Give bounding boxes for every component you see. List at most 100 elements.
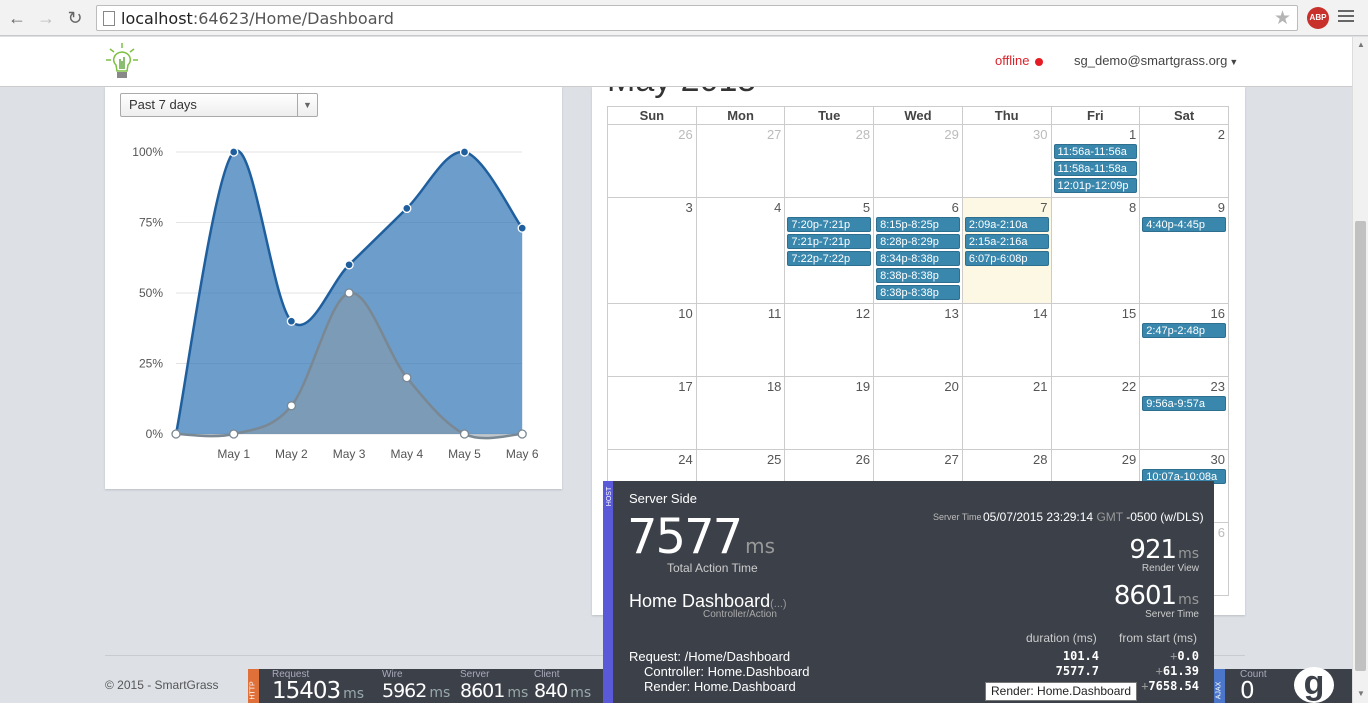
user-email: sg_demo@smartgrass.org	[1074, 53, 1228, 68]
calendar-day[interactable]: 7 2:09a-2:10a 2:15a-2:16a 6:07p-6:08p	[961, 197, 1052, 304]
calendar-event[interactable]: 8:15p-8:25p	[876, 217, 960, 232]
scroll-thumb[interactable]	[1355, 221, 1366, 671]
ajax-count-stat[interactable]: Count 0	[1240, 669, 1267, 703]
calendar-day[interactable]: 22	[1050, 376, 1141, 450]
calendar-day[interactable]: 2	[1139, 124, 1229, 198]
calendar-day[interactable]: 8	[1050, 197, 1141, 304]
address-bar[interactable]: localhost:64623/Home/Dashboard ★	[96, 5, 1298, 31]
timing-start: +7658.54	[1131, 679, 1199, 693]
scroll-down-icon[interactable]: ▼	[1357, 689, 1365, 698]
user-menu[interactable]: sg_demo@smartgrass.org ▼	[1074, 53, 1238, 68]
calendar-day[interactable]: 26	[607, 124, 697, 198]
weekday-header: Wed	[873, 106, 963, 125]
smartgrass-logo[interactable]	[104, 41, 140, 81]
unit: ms	[507, 685, 529, 701]
data-point	[459, 429, 470, 439]
x-tick-label: May 5	[448, 447, 481, 461]
data-point	[517, 429, 527, 439]
x-tick-label: May 1	[217, 447, 250, 461]
calendar-week: 26 27 28 29 30 1 11:56a-11:56a 11:58a-11:58a 12:…	[607, 124, 1229, 198]
calendar-day[interactable]: 14	[961, 303, 1052, 377]
back-arrow-icon[interactable]: ←	[6, 7, 28, 29]
usage-chart-card: Past 7 days ▼ 100% 75% 50% 25% 0% May 1 May 2 Ma…	[105, 87, 562, 489]
x-tick-label: May 3	[333, 447, 366, 461]
duration-header: duration (ms)	[1026, 631, 1097, 645]
calendar-day[interactable]: 30	[961, 124, 1052, 198]
wire-label: Wire	[382, 669, 403, 680]
page-scrollbar[interactable]: ▲ ▼	[1352, 37, 1368, 703]
wire-stat[interactable]: Wire 5962 ms	[382, 669, 450, 703]
scroll-up-icon[interactable]: ▲	[1357, 40, 1365, 49]
day-number: 4	[774, 200, 782, 215]
glimpse-logo[interactable]: g	[1294, 666, 1334, 703]
day-number: 22	[1121, 379, 1137, 394]
connection-status: offline	[995, 53, 1044, 68]
calendar-day[interactable]: 9 4:40p-4:45p	[1139, 197, 1229, 304]
unit: ms	[570, 685, 592, 701]
day-number: 2	[1217, 127, 1225, 142]
server-time-total: 8601 ms	[1114, 581, 1199, 611]
client-stat[interactable]: Client 840 ms	[534, 669, 591, 703]
calendar-event[interactable]: 8:28p-8:29p	[876, 234, 960, 249]
reload-icon[interactable]: ↻	[64, 7, 86, 29]
request-stat[interactable]: Request 15403 ms	[272, 669, 364, 703]
calendar-day[interactable]: 12	[784, 303, 875, 377]
host-tag[interactable]: HOST	[603, 481, 613, 703]
calendar-day[interactable]: 5 7:20p-7:21p 7:21p-7:21p 7:22p-7:22p	[784, 197, 875, 304]
day-number: 5	[862, 200, 871, 215]
calendar-day[interactable]: 27	[695, 124, 786, 198]
calendar-day[interactable]: 4	[695, 197, 786, 304]
adblock-icon[interactable]: ABP	[1307, 7, 1329, 29]
calendar-event[interactable]: 2:15a-2:16a	[964, 234, 1049, 249]
calendar-event[interactable]: 7:22p-7:22p	[787, 251, 872, 266]
calendar-day[interactable]: 17	[607, 376, 697, 450]
calendar-day[interactable]: 20	[873, 376, 963, 450]
calendar-event[interactable]: 12:01p-12:09p	[1053, 178, 1138, 193]
calendar-event[interactable]: 8:38p-8:38p	[876, 268, 960, 283]
data-point	[402, 203, 412, 214]
day-number: 8	[1128, 200, 1137, 215]
calendar-day[interactable]: 6 8:15p-8:25p 8:28p-8:29p 8:34p-8:38p 8:38p-…	[873, 197, 963, 304]
date-range-select[interactable]: Past 7 days ▼	[120, 93, 318, 117]
server-label: Server	[460, 669, 490, 680]
calendar-day[interactable]: 3	[607, 197, 697, 304]
calendar-day[interactable]: 10	[607, 303, 697, 377]
weekday-header: Thu	[961, 106, 1052, 125]
forward-arrow-icon[interactable]: →	[35, 7, 57, 29]
browser-menu-icon[interactable]	[1338, 10, 1354, 24]
bookmark-star-icon[interactable]: ★	[1274, 7, 1291, 30]
calendar-event[interactable]: 4:40p-4:45p	[1142, 217, 1226, 232]
client-value: 840	[534, 680, 568, 702]
calendar-day[interactable]: 16 2:47p-2:48p	[1139, 303, 1229, 377]
calendar-day[interactable]: 13	[873, 303, 963, 377]
action-name: Dashboard	[682, 591, 771, 611]
calendar-event[interactable]: 11:56a-11:56a	[1053, 144, 1138, 159]
calendar-day[interactable]: 28	[784, 124, 875, 198]
day-number: 16	[1210, 306, 1225, 321]
calendar-day[interactable]: 11	[695, 303, 786, 377]
calendar-day[interactable]: 21	[961, 376, 1052, 450]
calendar-day[interactable]: 18	[695, 376, 786, 450]
calendar-event[interactable]: 7:21p-7:21p	[787, 234, 872, 249]
calendar-day[interactable]: 29	[873, 124, 963, 198]
calendar-event[interactable]: 2:09a-2:10a	[964, 217, 1049, 232]
http-tag[interactable]: HTTP	[248, 669, 259, 703]
day-number: 6	[951, 200, 959, 215]
calendar-event[interactable]: 7:20p-7:21p	[787, 217, 872, 232]
calendar-day[interactable]: 19	[784, 376, 875, 450]
day-number: 10	[678, 306, 693, 321]
calendar-event[interactable]: 8:38p-8:38p	[876, 285, 960, 300]
timing-row-label: Request: /Home/Dashboard	[629, 649, 791, 664]
calendar-event[interactable]: 11:58a-11:58a	[1053, 161, 1138, 176]
server-time-label: Server Time	[933, 512, 982, 522]
calendar-event[interactable]: 6:07p-6:08p	[964, 251, 1049, 266]
ajax-tag[interactable]: AJAX	[1214, 669, 1225, 703]
timing-start-value: 0.0	[1177, 649, 1199, 663]
calendar-event[interactable]: 9:56a-9:57a	[1142, 396, 1226, 411]
server-stat[interactable]: Server 8601 ms	[460, 669, 528, 703]
calendar-day[interactable]: 15	[1050, 303, 1141, 377]
calendar-day[interactable]: 1 11:56a-11:56a 11:58a-11:58a 12:01p-12:09p	[1050, 124, 1141, 198]
calendar-event[interactable]: 2:47p-2:48p	[1142, 323, 1226, 338]
calendar-event[interactable]: 8:34p-8:38p	[876, 251, 960, 266]
calendar-day[interactable]: 23 9:56a-9:57a	[1139, 376, 1229, 450]
